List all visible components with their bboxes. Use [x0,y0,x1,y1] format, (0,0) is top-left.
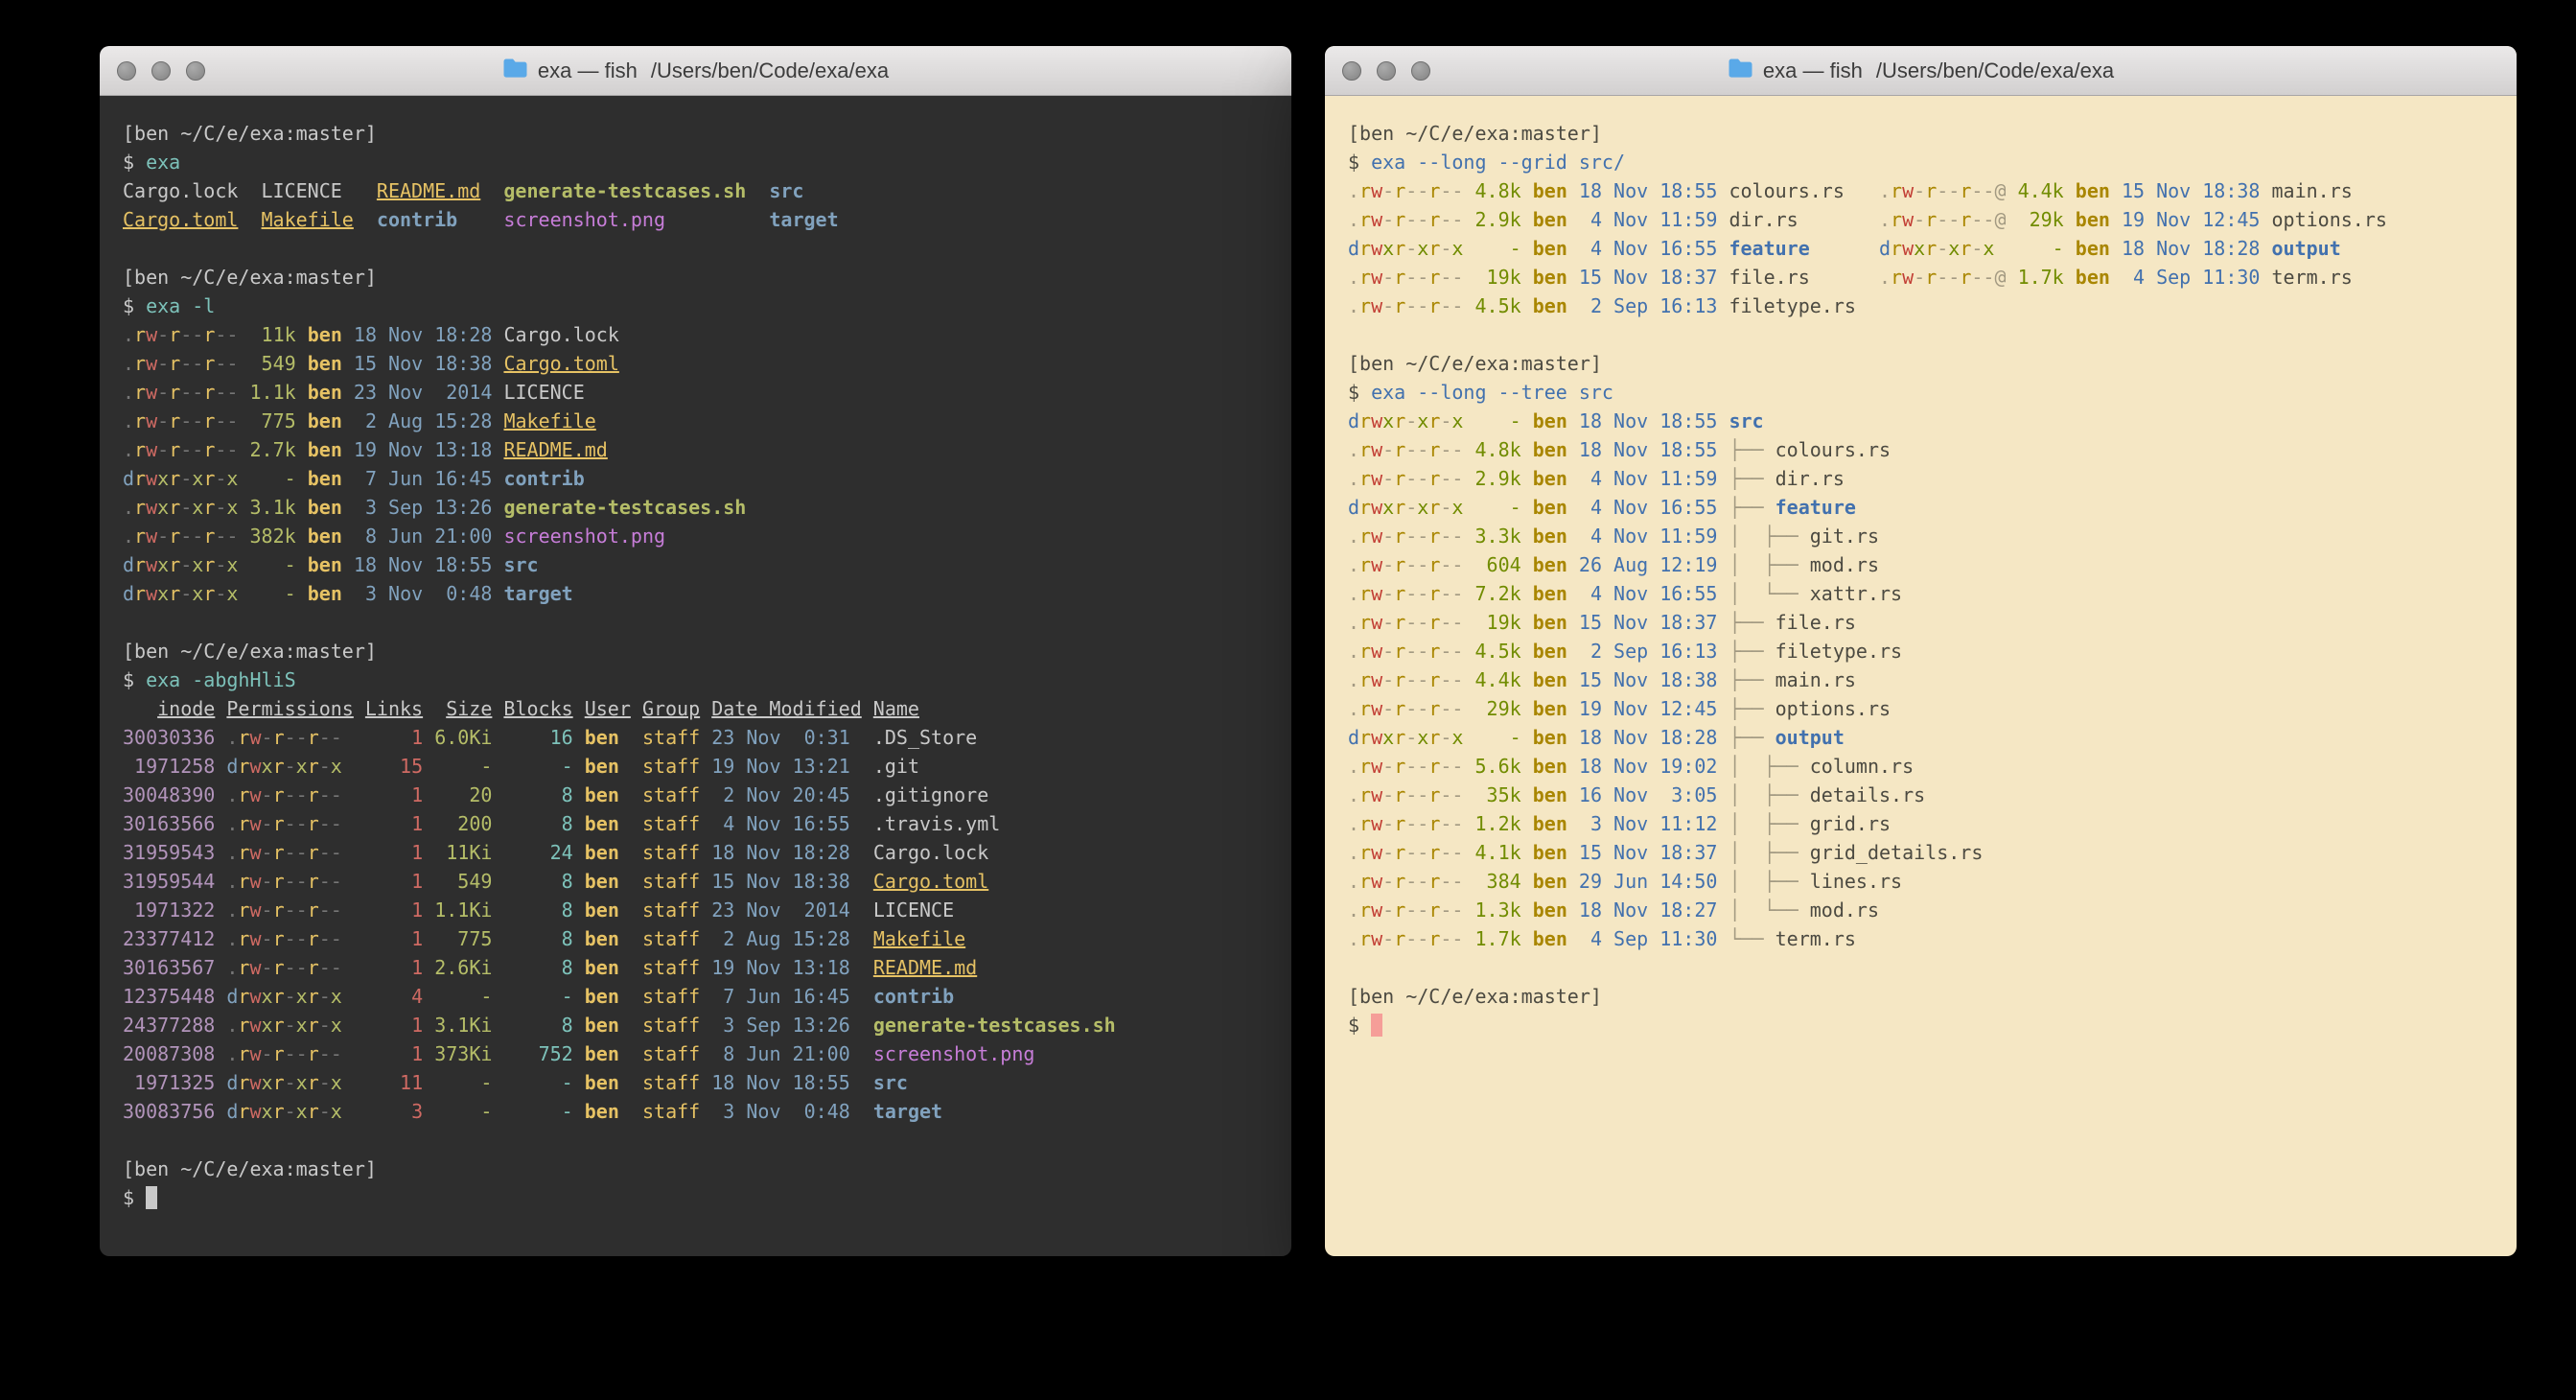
terminal-line: $ [1348,1011,2517,1039]
terminal-line: .rw-r--r-- 549 ben 15 Nov 18:38 Cargo.to… [123,349,1291,378]
titlebar[interactable]: exa — fish /Users/ben/Code/exa/exa [1325,46,2517,96]
terminal-line: .rw-r--r-- 4.8k ben 18 Nov 18:55 ├── col… [1348,435,2517,464]
terminal-line: .rwxr-xr-x 3.1k ben 3 Sep 13:26 generate… [123,493,1291,522]
terminal-line: .rw-r--r-- 29k ben 19 Nov 12:45 ├── opti… [1348,694,2517,723]
traffic-lights [117,61,205,81]
terminal-line: drwxr-xr-x - ben 4 Nov 16:55 ├── feature [1348,493,2517,522]
terminal-line: drwxr-xr-x - ben 18 Nov 18:28 ├── output [1348,723,2517,752]
terminal-output[interactable]: [ben ~/C/e/exa:master]$ exa --long --gri… [1325,96,2517,1256]
terminal-line: .rw-r--r-- 4.1k ben 15 Nov 18:37 │ ├── g… [1348,838,2517,867]
terminal-line: .rw-r--r-- 2.9k ben 4 Nov 11:59 dir.rs .… [1348,205,2517,234]
terminal-line: [ben ~/C/e/exa:master] [123,637,1291,665]
terminal-line: 30163566 .rw-r--r-- 1 200 8 ben staff 4 … [123,809,1291,838]
terminal-line: .rw-r--r-- 4.8k ben 18 Nov 18:55 colours… [1348,176,2517,205]
terminal-line: 31959543 .rw-r--r-- 1 11Ki 24 ben staff … [123,838,1291,867]
terminal-line: 24377288 .rwxr-xr-x 1 3.1Ki 8 ben staff … [123,1011,1291,1039]
terminal-line: 1971322 .rw-r--r-- 1 1.1Ki 8 ben staff 2… [123,896,1291,924]
terminal-line: .rw-r--r-- 5.6k ben 18 Nov 19:02 │ ├── c… [1348,752,2517,781]
terminal-line: $ exa --long --grid src/ [1348,148,2517,176]
window-title: exa — fish /Users/ben/Code/exa/exa [1325,46,2517,95]
terminal-line: drwxr-xr-x - ben 3 Nov 0:48 target [123,579,1291,608]
terminal-line: .rw-r--r-- 4.5k ben 2 Sep 16:13 ├── file… [1348,637,2517,665]
terminal-line: .rw-r--r-- 19k ben 15 Nov 18:37 file.rs … [1348,263,2517,292]
close-button[interactable] [1342,61,1361,81]
terminal-line: $ exa [123,148,1291,176]
window-title-app: exa — fish [538,58,638,83]
terminal-line [123,234,1291,263]
terminal-line: drwxr-xr-x - ben 18 Nov 18:55 src [1348,407,2517,435]
terminal-line: 31959544 .rw-r--r-- 1 549 8 ben staff 15… [123,867,1291,896]
terminal-line: [ben ~/C/e/exa:master] [1348,349,2517,378]
terminal-line: .rw-r--r-- 19k ben 15 Nov 18:37 ├── file… [1348,608,2517,637]
cursor [146,1186,157,1209]
terminal-window-right: exa — fish /Users/ben/Code/exa/exa [ben … [1325,46,2517,1256]
titlebar[interactable]: exa — fish /Users/ben/Code/exa/exa [100,46,1291,96]
window-title-app: exa — fish [1763,58,1863,83]
window-title-path: /Users/ben/Code/exa/exa [651,58,889,83]
terminal-line [1348,320,2517,349]
terminal-line: 12375448 drwxr-xr-x 4 - - ben staff 7 Ju… [123,982,1291,1011]
terminal-line: $ exa -abghHliS [123,665,1291,694]
terminal-line: .rw-r--r-- 1.7k ben 4 Sep 11:30 └── term… [1348,924,2517,953]
traffic-lights [1342,61,1430,81]
minimize-button[interactable] [151,61,171,81]
terminal-line: $ exa --long --tree src [1348,378,2517,407]
terminal-line: .rw-r--r-- 35k ben 16 Nov 3:05 │ ├── det… [1348,781,2517,809]
terminal-line: .rw-r--r-- 2.9k ben 4 Nov 11:59 ├── dir.… [1348,464,2517,493]
terminal-line: .rw-r--r-- 1.2k ben 3 Nov 11:12 │ ├── gr… [1348,809,2517,838]
folder-icon [502,58,528,83]
terminal-line: .rw-r--r-- 384 ben 29 Jun 14:50 │ ├── li… [1348,867,2517,896]
terminal-line: .rw-r--r-- 382k ben 8 Jun 21:00 screensh… [123,522,1291,550]
zoom-button[interactable] [1411,61,1430,81]
terminal-line: $ [123,1183,1291,1212]
terminal-line: 1971258 drwxr-xr-x 15 - - ben staff 19 N… [123,752,1291,781]
terminal-line: 23377412 .rw-r--r-- 1 775 8 ben staff 2 … [123,924,1291,953]
terminal-line: [ben ~/C/e/exa:master] [1348,982,2517,1011]
terminal-line: .rw-r--r-- 775 ben 2 Aug 15:28 Makefile [123,407,1291,435]
terminal-window-left: exa — fish /Users/ben/Code/exa/exa [ben … [100,46,1291,1256]
window-title-path: /Users/ben/Code/exa/exa [1876,58,2114,83]
terminal-line: 30030336 .rw-r--r-- 1 6.0Ki 16 ben staff… [123,723,1291,752]
terminal-line: [ben ~/C/e/exa:master] [123,263,1291,292]
terminal-line: .rw-r--r-- 1.1k ben 23 Nov 2014 LICENCE [123,378,1291,407]
terminal-line [1348,953,2517,982]
terminal-line: drwxr-xr-x - ben 4 Nov 16:55 feature drw… [1348,234,2517,263]
cursor [1371,1014,1382,1037]
terminal-line: .rw-r--r-- 4.4k ben 15 Nov 18:38 ├── mai… [1348,665,2517,694]
terminal-line: $ exa -l [123,292,1291,320]
folder-icon [1728,58,1753,83]
terminal-line: [ben ~/C/e/exa:master] [123,1155,1291,1183]
terminal-line: [ben ~/C/e/exa:master] [123,119,1291,148]
terminal-line: Cargo.lock LICENCE README.md generate-te… [123,176,1291,205]
terminal-line: Cargo.toml Makefile contrib screenshot.p… [123,205,1291,234]
terminal-line: 1971325 drwxr-xr-x 11 - - ben staff 18 N… [123,1068,1291,1097]
terminal-line: 20087308 .rw-r--r-- 1 373Ki 752 ben staf… [123,1039,1291,1068]
terminal-line: .rw-r--r-- 11k ben 18 Nov 18:28 Cargo.lo… [123,320,1291,349]
terminal-line: drwxr-xr-x - ben 7 Jun 16:45 contrib [123,464,1291,493]
terminal-line: drwxr-xr-x - ben 18 Nov 18:55 src [123,550,1291,579]
terminal-line: 30083756 drwxr-xr-x 3 - - ben staff 3 No… [123,1097,1291,1126]
terminal-output[interactable]: [ben ~/C/e/exa:master]$ exaCargo.lock LI… [100,96,1291,1256]
terminal-line [123,608,1291,637]
terminal-line: inode Permissions Links Size Blocks User… [123,694,1291,723]
minimize-button[interactable] [1377,61,1396,81]
terminal-line [123,1126,1291,1155]
terminal-line: .rw-r--r-- 2.7k ben 19 Nov 13:18 README.… [123,435,1291,464]
terminal-line: 30163567 .rw-r--r-- 1 2.6Ki 8 ben staff … [123,953,1291,982]
terminal-line: .rw-r--r-- 7.2k ben 4 Nov 16:55 │ └── xa… [1348,579,2517,608]
terminal-line: .rw-r--r-- 3.3k ben 4 Nov 11:59 │ ├── gi… [1348,522,2517,550]
zoom-button[interactable] [186,61,205,81]
terminal-line: .rw-r--r-- 604 ben 26 Aug 12:19 │ ├── mo… [1348,550,2517,579]
terminal-line: 30048390 .rw-r--r-- 1 20 8 ben staff 2 N… [123,781,1291,809]
terminal-line: .rw-r--r-- 1.3k ben 18 Nov 18:27 │ └── m… [1348,896,2517,924]
close-button[interactable] [117,61,136,81]
window-title: exa — fish /Users/ben/Code/exa/exa [100,46,1291,95]
terminal-line: [ben ~/C/e/exa:master] [1348,119,2517,148]
terminal-line: .rw-r--r-- 4.5k ben 2 Sep 16:13 filetype… [1348,292,2517,320]
